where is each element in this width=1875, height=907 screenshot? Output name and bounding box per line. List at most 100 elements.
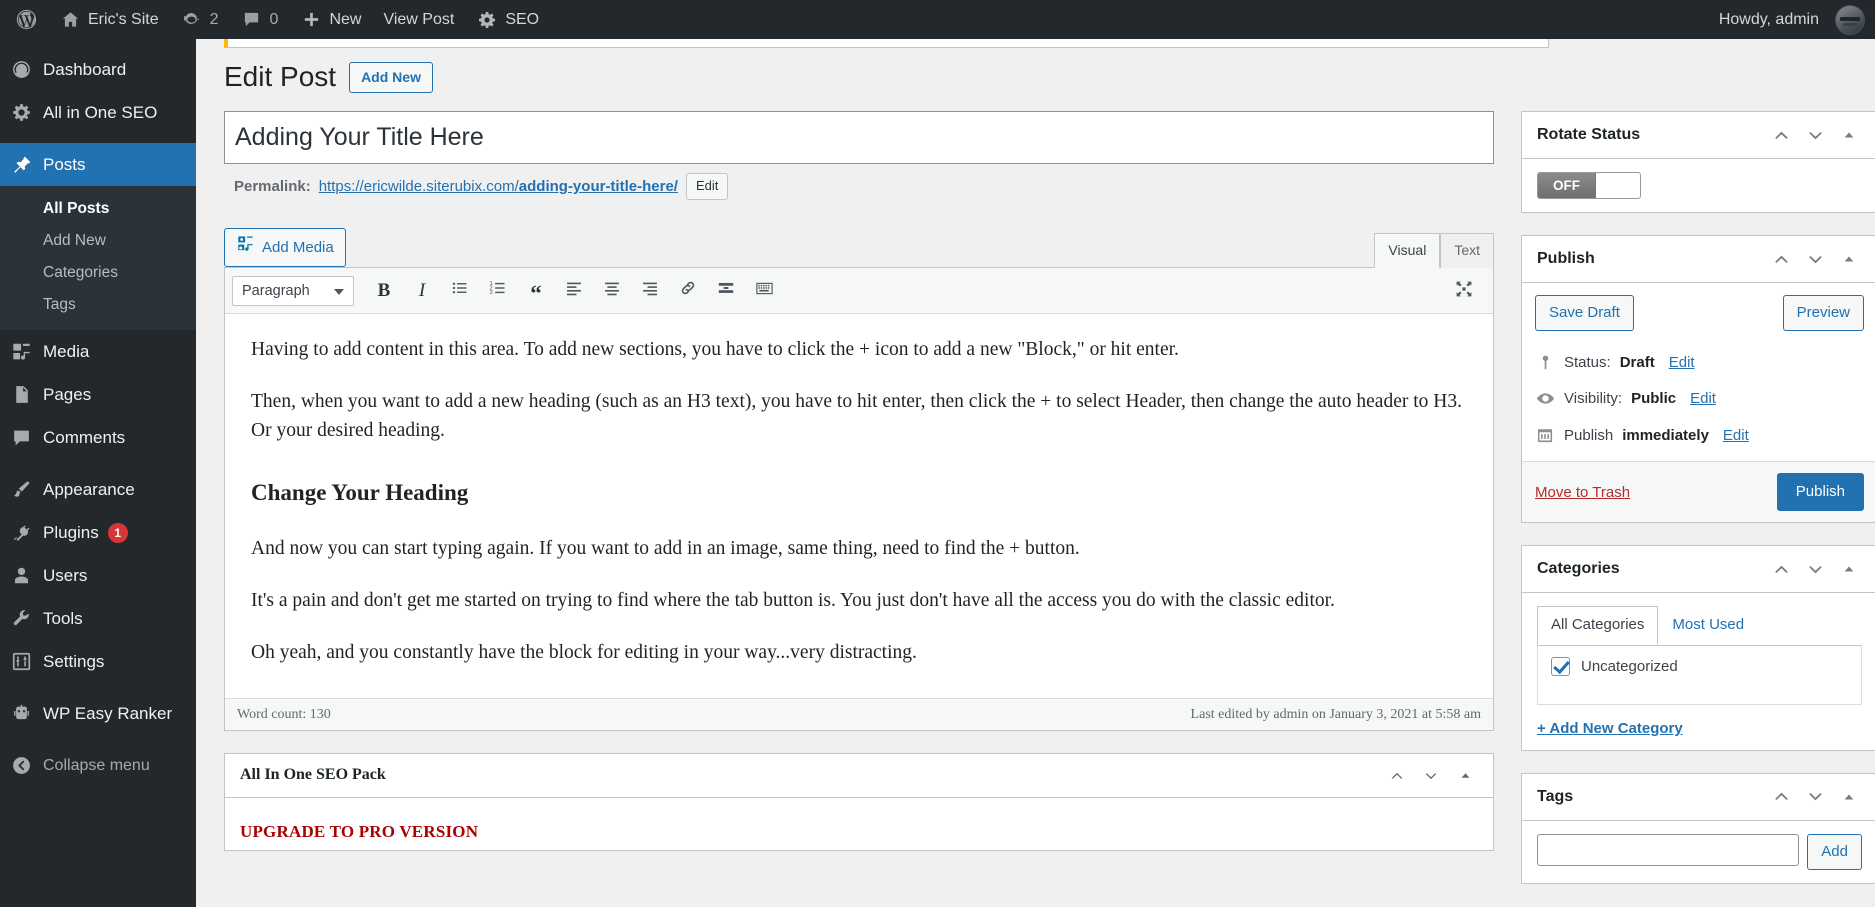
sidebar-item-plugins[interactable]: Plugins 1: [0, 511, 196, 554]
sidebar-item-label: Users: [43, 566, 88, 585]
comments-menu[interactable]: 0: [230, 0, 290, 39]
blockquote-button[interactable]: “: [521, 276, 551, 306]
tab-most-used[interactable]: Most Used: [1658, 606, 1758, 645]
tab-all-categories[interactable]: All Categories: [1537, 606, 1659, 645]
toggle-panel-button[interactable]: [1834, 244, 1864, 274]
publish-title: Publish: [1537, 250, 1595, 268]
editor-paragraph: And now you can start typing again. If y…: [251, 537, 1080, 559]
misc-publishing-actions: Status: Draft Edit Visibility: Public Ed…: [1522, 343, 1875, 461]
tab-text[interactable]: Text: [1440, 232, 1494, 269]
aioseo-metabox-body: UPGRADE TO PRO VERSION: [225, 798, 1493, 850]
permalink-row: Permalink: https://ericwilde.siterubix.c…: [224, 164, 1494, 201]
blockquote-icon: “: [530, 281, 542, 307]
collapse-menu-label: Collapse menu: [43, 756, 150, 774]
my-account-menu[interactable]: Howdy, admin: [1708, 0, 1869, 39]
move-up-button[interactable]: [1766, 554, 1796, 584]
seo-menu[interactable]: SEO: [465, 0, 550, 39]
sidebar-item-media[interactable]: Media: [0, 330, 196, 373]
category-item[interactable]: Uncategorized: [1551, 656, 1848, 676]
sidebar-item-label: Pages: [43, 385, 92, 404]
rotate-status-toggle[interactable]: OFF: [1537, 172, 1641, 200]
bold-button[interactable]: B: [369, 276, 399, 306]
add-new-post-button[interactable]: Add New: [349, 61, 433, 93]
edit-permalink-button[interactable]: Edit: [685, 173, 729, 201]
publish-button[interactable]: Publish: [1776, 473, 1864, 512]
aioseo-metabox-actions: [1382, 761, 1480, 791]
sidebar-subitem-categories[interactable]: Categories: [0, 257, 196, 289]
move-down-button[interactable]: [1800, 244, 1830, 274]
edit-schedule-link[interactable]: Edit: [1723, 427, 1749, 444]
bulleted-list-button[interactable]: [445, 276, 475, 306]
editor-content-body[interactable]: Having to add content in this area. To a…: [225, 314, 1493, 699]
move-up-button[interactable]: [1766, 782, 1796, 812]
sidebar-item-posts[interactable]: Posts: [0, 143, 204, 186]
move-up-button[interactable]: [1766, 120, 1796, 150]
move-up-button[interactable]: [1766, 244, 1796, 274]
toolbar-toggle-button[interactable]: [749, 276, 779, 306]
move-to-trash-link[interactable]: Move to Trash: [1535, 484, 1630, 501]
move-down-button[interactable]: [1800, 554, 1830, 584]
category-checkbox[interactable]: [1551, 656, 1570, 676]
move-down-button[interactable]: [1416, 761, 1446, 791]
collapse-menu-button[interactable]: Collapse menu: [0, 744, 196, 787]
align-left-button[interactable]: [559, 276, 589, 306]
aioseo-upgrade-link[interactable]: UPGRADE TO PRO VERSION: [240, 822, 1478, 842]
paragraph-format-select[interactable]: Paragraph: [232, 275, 354, 306]
sidebar-item-appearance[interactable]: Appearance: [0, 468, 196, 511]
sidebar-item-wp-easy-ranker[interactable]: WP Easy Ranker: [0, 692, 196, 735]
save-draft-button[interactable]: Save Draft: [1535, 295, 1634, 332]
toggle-panel-button[interactable]: [1834, 120, 1864, 150]
post-title-input[interactable]: [224, 111, 1494, 165]
permalink-label: Permalink:: [234, 178, 311, 196]
italic-button[interactable]: I: [407, 276, 437, 306]
publish-body: Save Draft Preview Status: Draft Edit Vi…: [1522, 283, 1875, 523]
toggle-panel-button[interactable]: [1834, 554, 1864, 584]
sidebar-item-all-in-one-seo[interactable]: All in One SEO: [0, 91, 196, 134]
edit-status-link[interactable]: Edit: [1669, 354, 1695, 371]
preview-button[interactable]: Preview: [1782, 295, 1864, 332]
align-center-icon: [603, 279, 621, 302]
wp-logo-menu[interactable]: [4, 0, 48, 39]
sliders-icon: [11, 651, 43, 672]
sidebar-subitem-tags[interactable]: Tags: [0, 289, 196, 321]
sidebar-subitem-add-new[interactable]: Add New: [0, 225, 196, 257]
add-tag-button[interactable]: Add: [1807, 833, 1862, 870]
add-new-category-link[interactable]: + Add New Category: [1537, 720, 1862, 737]
post-status-value: Draft: [1619, 354, 1655, 372]
toggle-panel-button[interactable]: [1834, 782, 1864, 812]
menu-separator-1: [0, 134, 196, 143]
align-center-button[interactable]: [597, 276, 627, 306]
edit-visibility-link[interactable]: Edit: [1690, 390, 1716, 407]
permalink-url[interactable]: https://ericwilde.siterubix.com/adding-y…: [319, 178, 678, 195]
site-name-menu[interactable]: Eric's Site: [48, 0, 170, 39]
sidebar-item-dashboard[interactable]: Dashboard: [0, 48, 196, 91]
sidebar-item-tools[interactable]: Tools: [0, 597, 196, 640]
move-down-button[interactable]: [1800, 120, 1830, 150]
toggle-panel-button[interactable]: [1450, 761, 1480, 791]
read-more-button[interactable]: [711, 276, 741, 306]
view-post-link[interactable]: View Post: [372, 0, 465, 39]
sidebar-item-settings[interactable]: Settings: [0, 640, 196, 683]
edit-post-wrap: Edit Post Add New Permalink: https://eri…: [224, 59, 1875, 884]
admin-bar: Eric's Site 2 0 New View Post SEO Howdy,…: [0, 0, 1875, 39]
insert-link-button[interactable]: [673, 276, 703, 306]
tab-visual[interactable]: Visual: [1374, 232, 1441, 269]
user-icon: [11, 565, 43, 586]
menu-spacer-top: [0, 39, 196, 48]
distraction-free-button[interactable]: [1449, 276, 1479, 306]
sidebar-subitem-all-posts[interactable]: All Posts: [0, 193, 196, 225]
sidebar-item-pages[interactable]: Pages: [0, 373, 196, 416]
comment-bubble-icon: [241, 9, 263, 31]
wrench-icon: [11, 608, 43, 629]
publish-header: Publish: [1522, 236, 1875, 284]
new-tag-input[interactable]: [1537, 833, 1800, 866]
sidebar-item-comments[interactable]: Comments: [0, 416, 196, 459]
numbered-list-button[interactable]: 1 2 3: [483, 276, 513, 306]
add-media-button[interactable]: Add Media: [224, 228, 346, 268]
sidebar-item-users[interactable]: Users: [0, 554, 196, 597]
move-up-button[interactable]: [1382, 761, 1412, 791]
align-right-button[interactable]: [635, 276, 665, 306]
new-content-menu[interactable]: New: [289, 0, 372, 39]
updates-menu[interactable]: 2: [170, 0, 230, 39]
move-down-button[interactable]: [1800, 782, 1830, 812]
